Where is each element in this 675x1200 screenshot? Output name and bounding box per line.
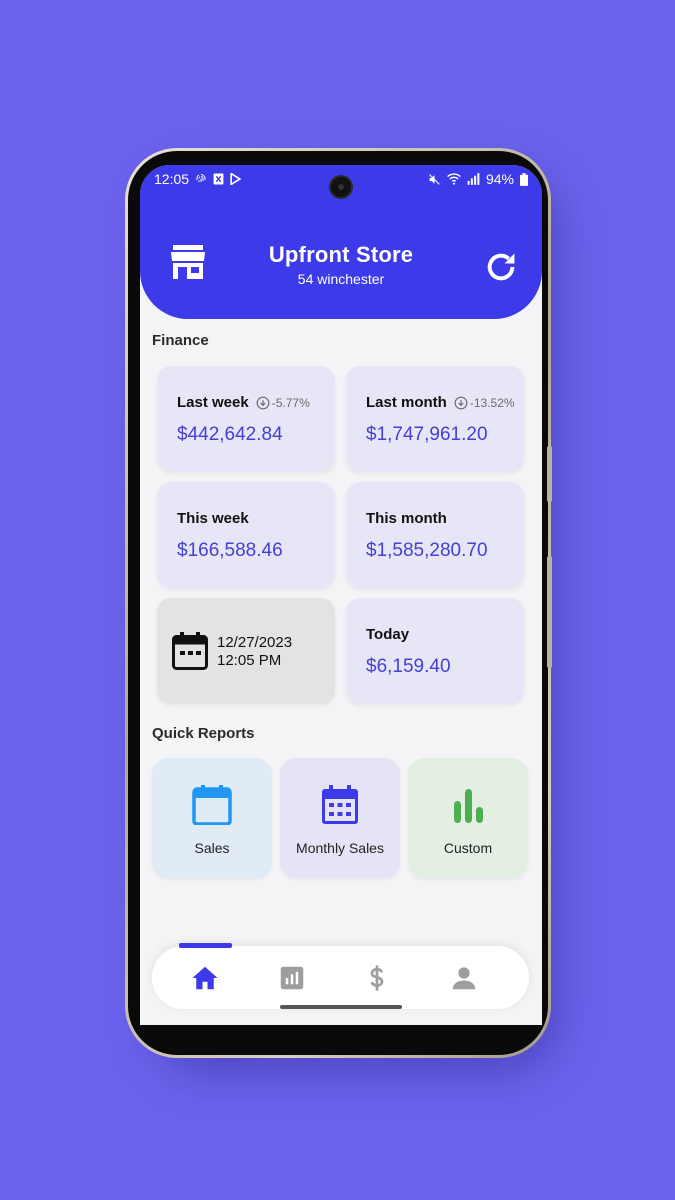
play-icon: [230, 173, 242, 185]
app-screen: 12:05 94% Upfront Store 54 winchester Fi…: [140, 165, 542, 1025]
arrow-down-circle-icon: [256, 396, 270, 409]
date-card[interactable]: 12/27/2023 12:05 PM: [157, 598, 335, 704]
card-label: Today: [366, 626, 410, 643]
volume-button: [547, 446, 552, 502]
card-label: Last month: [366, 394, 447, 411]
current-time: 12:05 PM: [217, 652, 282, 669]
calendar-month-icon: [322, 785, 358, 824]
calendar-icon: [192, 785, 232, 825]
quick-report-custom[interactable]: Custom: [408, 758, 528, 878]
store-title: Upfront Store: [268, 242, 414, 267]
quick-report-monthly-sales[interactable]: Monthly Sales: [280, 758, 400, 878]
home-icon[interactable]: [190, 963, 220, 993]
quick-reports-title: Quick Reports: [152, 725, 255, 742]
front-camera: [329, 175, 353, 199]
finance-card-this-week[interactable]: This week $166,588.46: [157, 482, 335, 588]
card-label: Last week: [177, 394, 249, 411]
card-value: $442,642.84: [177, 424, 283, 445]
calendar-icon: [172, 632, 208, 670]
store-address: 54 winchester: [297, 271, 385, 287]
nav-active-indicator: [179, 943, 232, 948]
card-value: $166,588.46: [177, 540, 283, 561]
quick-report-label: Sales: [194, 840, 230, 856]
sim-icon: [213, 173, 224, 185]
current-date: 12/27/2023: [217, 634, 293, 651]
card-value: $1,747,961.20: [366, 424, 488, 445]
card-label: This month: [366, 510, 447, 527]
battery-icon: [520, 172, 528, 186]
home-indicator-bar: [280, 1005, 402, 1009]
battery-percent: 94%: [485, 171, 514, 187]
card-label: This week: [177, 510, 249, 527]
bottom-nav: [152, 943, 529, 1009]
analytics-icon[interactable]: [277, 963, 307, 993]
arrow-down-circle-icon: [454, 396, 468, 409]
quick-report-label: Custom: [443, 840, 493, 856]
power-button: [547, 556, 552, 668]
wifi-icon: [447, 173, 461, 185]
signal-icon: [467, 173, 480, 185]
finance-card-today[interactable]: Today $6,159.40: [346, 598, 524, 704]
finance-card-last-week[interactable]: Last week -5.77% $442,642.84: [157, 366, 335, 472]
card-value: $6,159.40: [366, 656, 451, 677]
refresh-icon[interactable]: [484, 250, 518, 284]
finance-card-this-month[interactable]: This month $1,585,280.70: [346, 482, 524, 588]
mute-icon: [429, 173, 440, 185]
quick-report-label: Monthly Sales: [296, 840, 384, 856]
finance-card-last-month[interactable]: Last month -13.52% $1,747,961.20: [346, 366, 524, 472]
status-time: 12:05: [154, 171, 190, 187]
header: Upfront Store 54 winchester: [140, 193, 542, 319]
card-value: $1,585,280.70: [366, 540, 488, 561]
finance-title: Finance: [152, 332, 209, 349]
dollar-icon[interactable]: [362, 963, 392, 993]
phone-frame: 12:05 94% Upfront Store 54 winchester Fi…: [125, 148, 552, 1058]
card-change: -5.77%: [271, 395, 310, 410]
quick-report-sales[interactable]: Sales: [152, 758, 272, 878]
fingerprint-icon: [196, 174, 206, 182]
bar-chart-icon: [454, 789, 483, 823]
card-change: -13.52%: [469, 395, 515, 410]
person-icon[interactable]: [449, 963, 479, 993]
